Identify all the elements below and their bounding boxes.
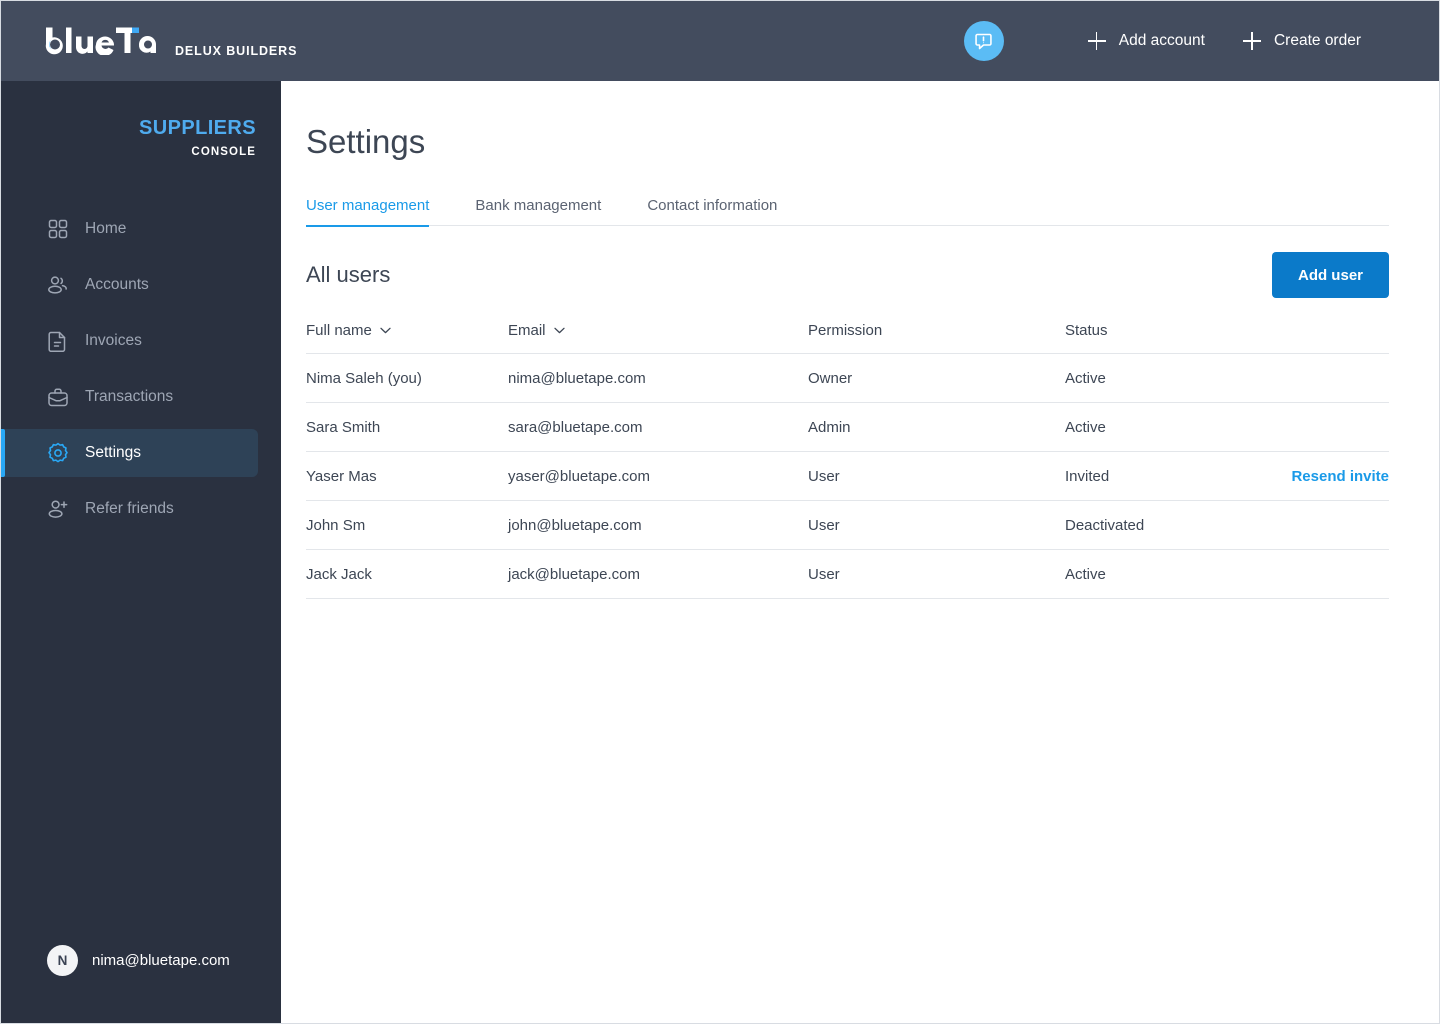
- section-header: All users Add user: [306, 252, 1389, 298]
- chevron-down-icon: [553, 327, 565, 334]
- briefcase-icon: [47, 386, 69, 408]
- bluetape-logo-icon: [45, 27, 156, 55]
- cell-full-name: Yaser Mas: [306, 451, 508, 501]
- sidebar-user-email: nima@bluetape.com: [92, 952, 230, 969]
- cell-permission: User: [808, 549, 1065, 599]
- users-table: Full name Email Permission Status Nima S…: [306, 322, 1389, 599]
- tab-contact-information[interactable]: Contact information: [647, 197, 777, 227]
- cell-permission: Admin: [808, 402, 1065, 452]
- table-header-row: Full name Email Permission Status: [306, 322, 1389, 354]
- main-content: Settings User management Bank management…: [281, 81, 1439, 1023]
- cell-full-name: Sara Smith: [306, 402, 508, 452]
- add-account-label: Add account: [1118, 32, 1205, 49]
- cell-permission: User: [808, 500, 1065, 550]
- page-title: Settings: [306, 123, 426, 160]
- chevron-down-icon: [380, 327, 391, 334]
- column-label: Email: [508, 322, 546, 339]
- cell-full-name: Nima Saleh (you): [306, 353, 508, 403]
- sidebar-item-accounts[interactable]: Accounts: [1, 261, 258, 309]
- sidebar-nav: Home Accounts Invoices Transactions Sett…: [1, 205, 281, 533]
- gear-icon: [47, 442, 69, 464]
- cell-status: Active: [1065, 353, 1260, 403]
- console-subtitle: CONSOLE: [191, 146, 256, 158]
- cell-action: [1260, 402, 1389, 452]
- section-title: All users: [306, 262, 391, 287]
- bluetape-logo[interactable]: [43, 25, 163, 55]
- plus-icon: [1242, 32, 1261, 50]
- chat-bubble-glyph: [975, 33, 993, 49]
- sidebar-item-transactions[interactable]: Transactions: [1, 373, 258, 421]
- tab-bank-management[interactable]: Bank management: [475, 197, 601, 227]
- column-label: Permission: [808, 322, 883, 339]
- sidebar-item-label: Refer friends: [85, 500, 174, 517]
- cell-full-name: John Sm: [306, 500, 508, 550]
- column-header-status: Status: [1065, 322, 1260, 354]
- company-name: DELUX BUILDERS: [175, 43, 298, 58]
- column-header-full-name[interactable]: Full name: [306, 322, 508, 354]
- cell-permission: Owner: [808, 353, 1065, 403]
- create-order-label: Create order: [1273, 32, 1361, 49]
- sidebar-item-label: Home: [85, 220, 127, 237]
- cell-status: Active: [1065, 402, 1260, 452]
- column-header-email[interactable]: Email: [508, 322, 808, 354]
- table-row: Jack Jack jack@bluetape.com User Active: [306, 549, 1389, 599]
- table-row: Yaser Mas yaser@bluetape.com User Invite…: [306, 451, 1389, 501]
- tab-user-management[interactable]: User management: [306, 197, 430, 227]
- create-order-button[interactable]: Create order: [1242, 32, 1361, 50]
- users-table-head: Full name Email Permission Status: [306, 322, 1389, 354]
- plus-icon: [1087, 32, 1106, 50]
- cell-email: sara@bluetape.com: [508, 402, 808, 452]
- grid-icon: [47, 218, 69, 240]
- topbar-actions: Add account Create order: [963, 21, 1439, 61]
- column-header-permission: Permission: [808, 322, 1065, 354]
- avatar: N: [47, 945, 78, 976]
- sidebar-item-label: Settings: [85, 444, 142, 461]
- sidebar-item-label: Transactions: [85, 388, 174, 405]
- sidebar-item-label: Invoices: [85, 332, 142, 349]
- column-label: Status: [1065, 322, 1108, 339]
- console-title: SUPPLIERS: [139, 117, 256, 139]
- cell-action: [1260, 549, 1389, 599]
- add-user-button[interactable]: Add user: [1271, 252, 1389, 298]
- cell-email: jack@bluetape.com: [508, 549, 808, 599]
- app-window: DELUX BUILDERS Add account Create order: [0, 0, 1440, 1024]
- users-table-body: Nima Saleh (you) nima@bluetape.com Owner…: [306, 353, 1389, 599]
- top-bar: DELUX BUILDERS Add account Create order: [1, 1, 1439, 81]
- sidebar-item-refer-friends[interactable]: Refer friends: [1, 485, 258, 533]
- cell-status: Deactivated: [1065, 500, 1260, 550]
- sidebar-item-label: Accounts: [85, 276, 149, 293]
- cell-email: yaser@bluetape.com: [508, 451, 808, 501]
- brand: DELUX BUILDERS: [1, 25, 297, 58]
- cell-action: [1260, 353, 1389, 403]
- cell-email: john@bluetape.com: [508, 500, 808, 550]
- cell-status: Invited: [1065, 451, 1260, 501]
- sidebar-user[interactable]: N nima@bluetape.com: [47, 945, 230, 976]
- user-plus-icon: [47, 498, 69, 520]
- add-account-button[interactable]: Add account: [1087, 32, 1205, 50]
- sidebar: SUPPLIERS CONSOLE Home Accounts Invoices…: [1, 81, 281, 1023]
- cell-email: nima@bluetape.com: [508, 353, 808, 403]
- table-row: Nima Saleh (you) nima@bluetape.com Owner…: [306, 353, 1389, 403]
- sidebar-item-settings[interactable]: Settings: [1, 429, 258, 477]
- table-row: John Sm john@bluetape.com User Deactivat…: [306, 500, 1389, 550]
- sidebar-item-invoices[interactable]: Invoices: [1, 317, 258, 365]
- resend-invite-link[interactable]: Resend invite: [1291, 468, 1389, 485]
- column-label: Full name: [306, 322, 372, 339]
- cell-status: Active: [1065, 549, 1260, 599]
- cell-action: [1260, 500, 1389, 550]
- column-header-actions: [1260, 322, 1389, 354]
- cell-action: Resend invite: [1260, 451, 1389, 501]
- console-header: SUPPLIERS CONSOLE: [1, 81, 281, 158]
- chat-exclamation-icon[interactable]: [963, 21, 1004, 61]
- users-icon: [47, 274, 69, 296]
- cell-permission: User: [808, 451, 1065, 501]
- table-row: Sara Smith sara@bluetape.com Admin Activ…: [306, 402, 1389, 452]
- tab-bar: User management Bank management Contact …: [306, 195, 1389, 227]
- document-icon: [47, 330, 69, 352]
- sidebar-item-home[interactable]: Home: [1, 205, 258, 253]
- cell-full-name: Jack Jack: [306, 549, 508, 599]
